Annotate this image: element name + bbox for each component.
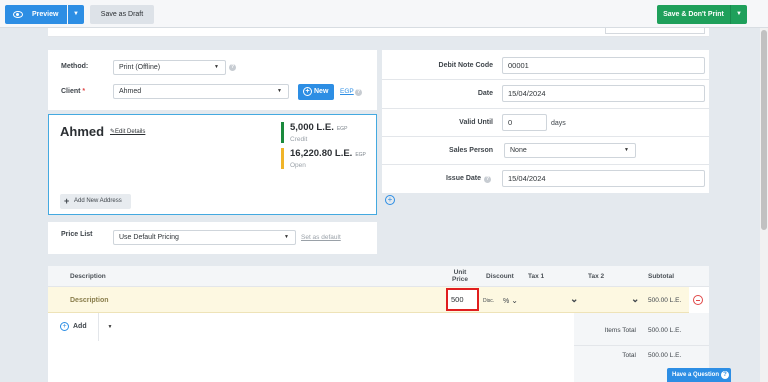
client-panel [48,50,377,110]
date-field[interactable]: 15/04/2024 [502,85,705,102]
client-card: Ahmed ✎Edit Details 5,000 L.E. EGP Credit… [48,114,377,215]
valid-until-unit: days [551,120,566,127]
scrollbar-thumb[interactable] [761,30,767,230]
debit-note-code-field[interactable]: 00001 [502,57,705,74]
sales-person-select[interactable]: None ▼ [504,143,636,158]
chevron-down-icon: ▼ [624,147,629,153]
remove-row-icon[interactable] [693,295,703,305]
date-label: Date [477,90,493,97]
add-item-dropdown-button[interactable]: ▼ [99,313,121,341]
save-draft-button[interactable]: Save as Draft [90,5,154,24]
help-icon[interactable]: ? [355,89,362,96]
sales-person-value: None [510,147,527,154]
help-icon[interactable]: ? [229,64,236,71]
new-client-button[interactable]: + New [298,84,334,100]
open-balance: 16,220.80 L.E. EGP Open [281,148,366,169]
preview-label: Preview [32,11,59,18]
client-name: Ahmed [60,124,105,139]
items-table-header: Description Unit Price Discount Tax 1 Ta… [48,266,709,287]
unit-price-header: Unit Price [452,269,468,283]
credit-balance: 5,000 L.E. EGP Credit [281,122,347,143]
issue-date-field[interactable]: 15/04/2024 [502,170,705,187]
discount-header: Discount [486,273,514,280]
edit-details-link[interactable]: ✎Edit Details [110,128,145,135]
items-total-value: 500.00 L.E. [648,327,682,334]
items-table: Description Unit Price Discount Tax 1 Ta… [48,266,709,382]
price-list-value: Use Default Pricing [119,234,179,241]
tax2-select[interactable]: ⌄ [631,294,639,305]
subtotal-header: Subtotal [648,273,674,280]
sales-person-label: Sales Person [449,147,493,154]
add-field-icon[interactable]: + [385,195,395,205]
chevron-down-icon: ▼ [284,234,289,240]
method-value: Print (Offline) [119,64,161,71]
items-total-label: Items Total [604,327,636,334]
total-value: 500.00 L.E. [648,352,682,359]
price-list-select[interactable]: Use Default Pricing ▼ [113,230,296,245]
top-strip [48,28,709,37]
question-icon: ? [721,371,730,379]
method-select[interactable]: Print (Offline) ▼ [113,60,226,75]
add-new-address-button[interactable]: + Add New Address [60,194,131,209]
table-row: Description 500 Disc. % ⌄ ⌄ ⌄ 500.00 L.E… [48,287,689,313]
unit-price-field[interactable]: 500 [446,288,479,311]
chevron-down-icon: ▼ [214,64,219,70]
add-item-button[interactable]: + Add [48,313,99,341]
preview-dropdown-button[interactable]: ▼ [68,5,84,24]
item-description-field[interactable]: Description [70,297,109,304]
tax1-header: Tax 1 [528,273,545,280]
tax2-header: Tax 2 [588,273,605,280]
debit-note-code-label: Debit Note Code [438,62,493,69]
chevron-down-icon: ⌄ [511,296,518,305]
eye-icon [13,11,23,18]
currency-link[interactable]: EGP [340,88,354,95]
save-dropdown-button[interactable]: ▼ [730,5,747,24]
description-header: Description [70,273,106,280]
discount-type-select[interactable]: % ⌄ [503,296,518,305]
page-scrollbar[interactable] [760,28,768,382]
top-toolbar: Preview ▼ Save as Draft Save & Don't Pri… [0,0,768,28]
plus-circle-icon: + [60,322,69,331]
save-dont-print-button[interactable]: Save & Don't Print [657,5,730,24]
help-icon[interactable]: ? [484,176,491,183]
tax1-select[interactable]: ⌄ [570,294,578,305]
total-label: Total [622,352,636,359]
discount-label: Disc. [483,298,495,304]
client-value: Ahmed [119,88,142,95]
row-subtotal: 500.00 L.E. [648,297,682,304]
valid-until-label: Valid Until [459,119,493,126]
set-as-default-link[interactable]: Set as default [301,234,341,241]
issue-date-label: Issue Date [445,175,481,182]
price-list-label: Price List [61,231,93,238]
client-select[interactable]: Ahmed ▼ [113,84,289,99]
plus-circle-icon: + [303,87,312,96]
plus-icon: + [64,196,70,206]
preview-button[interactable]: Preview [5,5,67,24]
method-label: Method: [61,63,89,70]
chevron-down-icon: ▼ [277,88,282,94]
have-a-question-button[interactable]: Have a Question? [667,368,731,382]
client-label: Client * [61,88,86,95]
valid-until-field[interactable]: 0 [502,114,547,131]
